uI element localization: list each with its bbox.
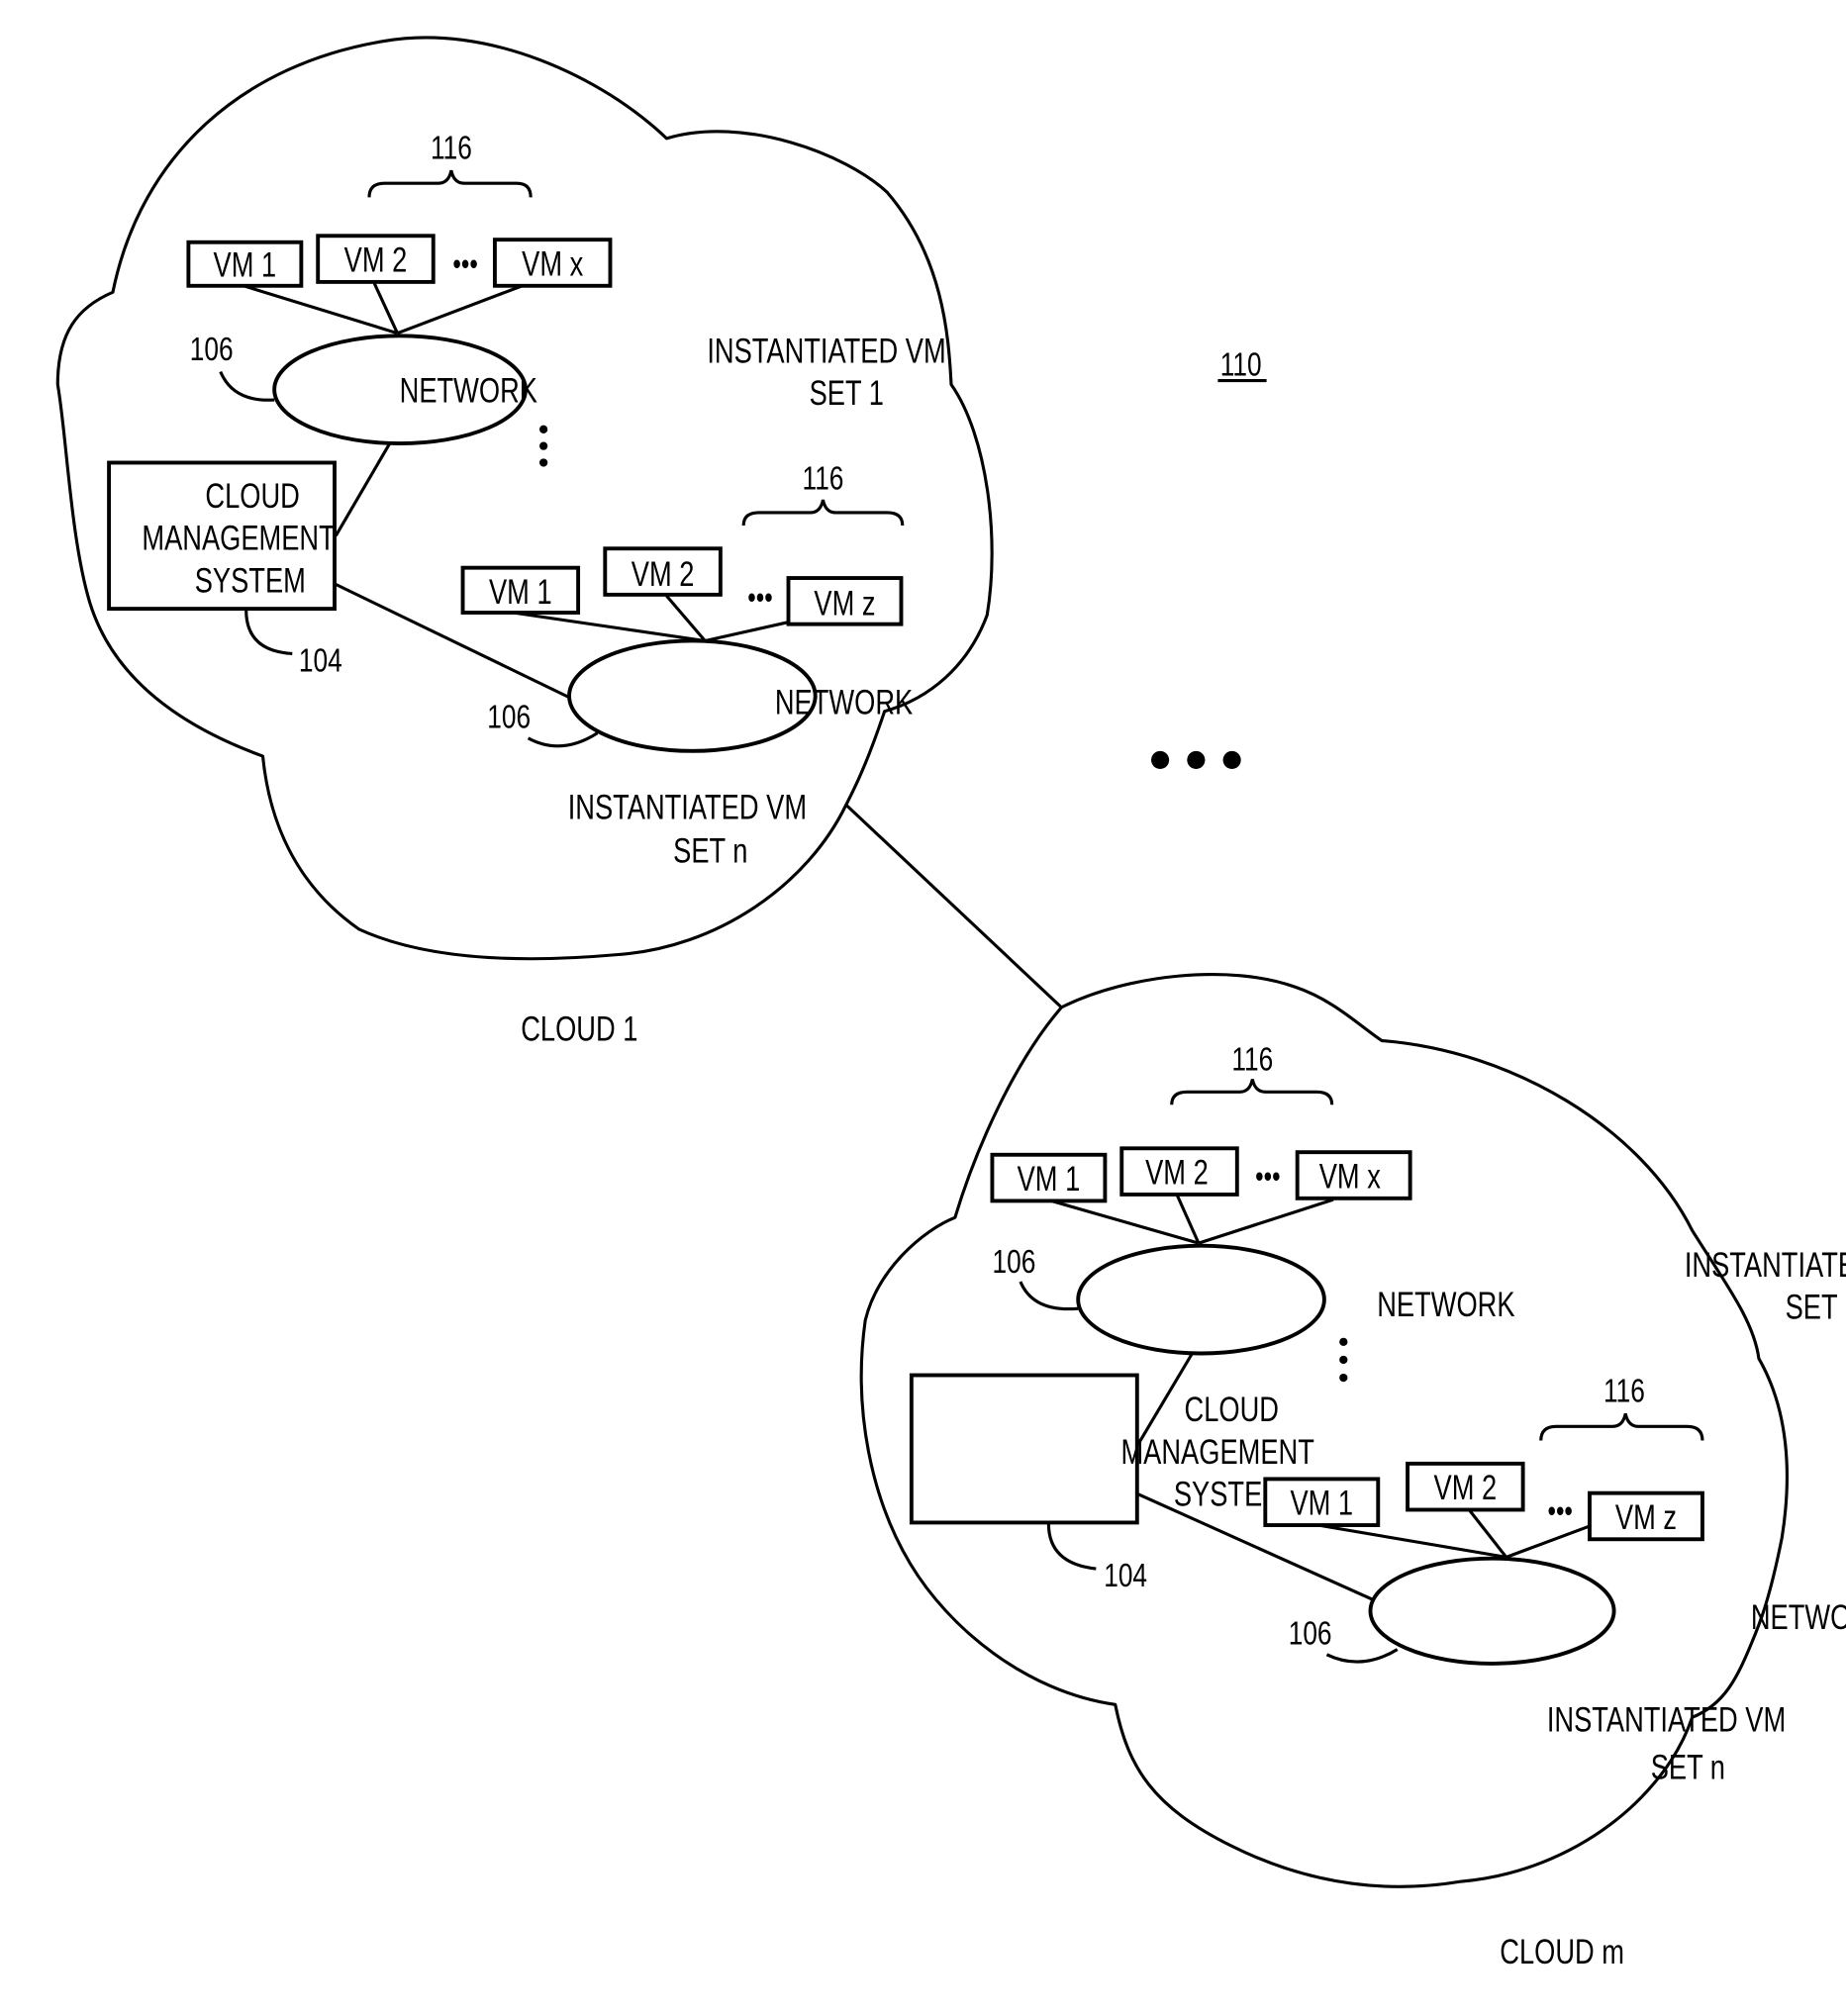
more-clouds-ellipsis: [1151, 750, 1241, 769]
vm-set-label: INSTANTIATED VM: [568, 788, 807, 826]
vm-set-label: INSTANTIATED VM: [707, 332, 945, 370]
network-ref: 106: [190, 332, 234, 368]
system-ref: 110: [1217, 346, 1267, 383]
vm-group-ref: 116: [803, 461, 844, 498]
vm-label: VM x: [1319, 1157, 1381, 1196]
cms-label: MANAGEMENT: [142, 519, 335, 557]
cloud-m: 116 VM 1 VM 2 ••• VM x NETWORK 106 INSTA…: [859, 973, 1846, 1971]
vm-box[interactable]: VM x: [1295, 1150, 1412, 1200]
vm-label: VM z: [814, 584, 875, 623]
network-ref: 106: [1289, 1615, 1332, 1652]
vm-box[interactable]: VM x: [492, 238, 613, 288]
vm-box[interactable]: VM z: [786, 576, 904, 626]
vm-box[interactable]: VM 2: [1119, 1146, 1239, 1197]
system-ref-label: 110: [1220, 346, 1262, 383]
vm-box[interactable]: VM 2: [316, 234, 436, 284]
network-label: NETWORK: [1751, 1598, 1846, 1637]
network-label: NETWORK: [1377, 1286, 1514, 1324]
vm-box[interactable]: VM 1: [460, 565, 581, 615]
vm-box[interactable]: VM 2: [603, 546, 723, 597]
vm-set-label: SET 1: [810, 374, 884, 413]
cloud-management-system[interactable]: CLOUD MANAGEMENT SYSTEM: [107, 460, 337, 612]
cms-label: CLOUD: [1185, 1391, 1279, 1429]
vm-box[interactable]: VM 1: [1263, 1477, 1381, 1527]
network-ref: 106: [487, 700, 531, 736]
vm-label: VM 2: [1434, 1469, 1498, 1507]
vm-set-ellipsis: [538, 425, 548, 467]
vm-label: VM z: [1615, 1498, 1677, 1537]
inter-cloud-link: [844, 804, 1063, 1008]
vm-label: VM 2: [344, 240, 408, 279]
cms-label: MANAGEMENT: [1120, 1433, 1313, 1472]
vm-label: VM 2: [632, 555, 695, 594]
vm-set-label: SET n: [673, 831, 747, 870]
vm-set-label: SET n: [1651, 1748, 1725, 1786]
vm-set-ellipsis: [1339, 1337, 1348, 1383]
vm-box[interactable]: VM 1: [990, 1152, 1108, 1203]
vm-ellipsis: •••: [452, 246, 477, 281]
cloud-architecture-diagram: 116 VM 1 VM 2 ••• VM x NETWORK 106 INSTA…: [55, 36, 1846, 1971]
vm-set-label: INSTANTIATED VM: [1547, 1700, 1786, 1739]
vm-ellipsis: •••: [747, 580, 772, 615]
vm-label: VM 1: [214, 245, 277, 284]
vm-group-ref: 116: [1603, 1374, 1645, 1410]
vm-box[interactable]: VM 1: [186, 240, 304, 288]
cloud-name: CLOUD 1: [521, 1009, 637, 1048]
cloud-1: 116 VM 1 VM 2 ••• VM x NETWORK 106 INSTA…: [55, 36, 994, 1048]
vm-label: VM 1: [489, 573, 552, 612]
vm-set-label: INSTANTIATED VM: [1685, 1246, 1846, 1285]
vm-label: VM 2: [1145, 1153, 1209, 1192]
cloud-name: CLOUD m: [1500, 1933, 1624, 1971]
vm-set-label: SET 1: [1786, 1288, 1846, 1326]
cloud-management-system[interactable]: CLOUD MANAGEMENT SYSTEM: [909, 1373, 1314, 1525]
vm-group-ref: 116: [1231, 1041, 1273, 1078]
vm-label: VM 1: [1018, 1160, 1081, 1199]
network-label: NETWORK: [400, 371, 537, 410]
vm-ellipsis: •••: [1547, 1493, 1572, 1528]
vm-ellipsis: •••: [1255, 1159, 1280, 1194]
vm-label: VM x: [522, 244, 583, 283]
cms-label: CLOUD: [205, 477, 299, 516]
vm-box[interactable]: VM 2: [1406, 1461, 1525, 1512]
cms-ref: 104: [1104, 1558, 1147, 1594]
vm-label: VM 1: [1290, 1484, 1353, 1522]
network-label: NETWORK: [775, 683, 913, 721]
cms-label: SYSTEM: [195, 561, 306, 600]
vm-box[interactable]: VM z: [1588, 1490, 1704, 1542]
network-ref: 106: [993, 1244, 1036, 1281]
cms-ref: 104: [299, 643, 342, 680]
vm-group-ref: 116: [431, 131, 472, 167]
